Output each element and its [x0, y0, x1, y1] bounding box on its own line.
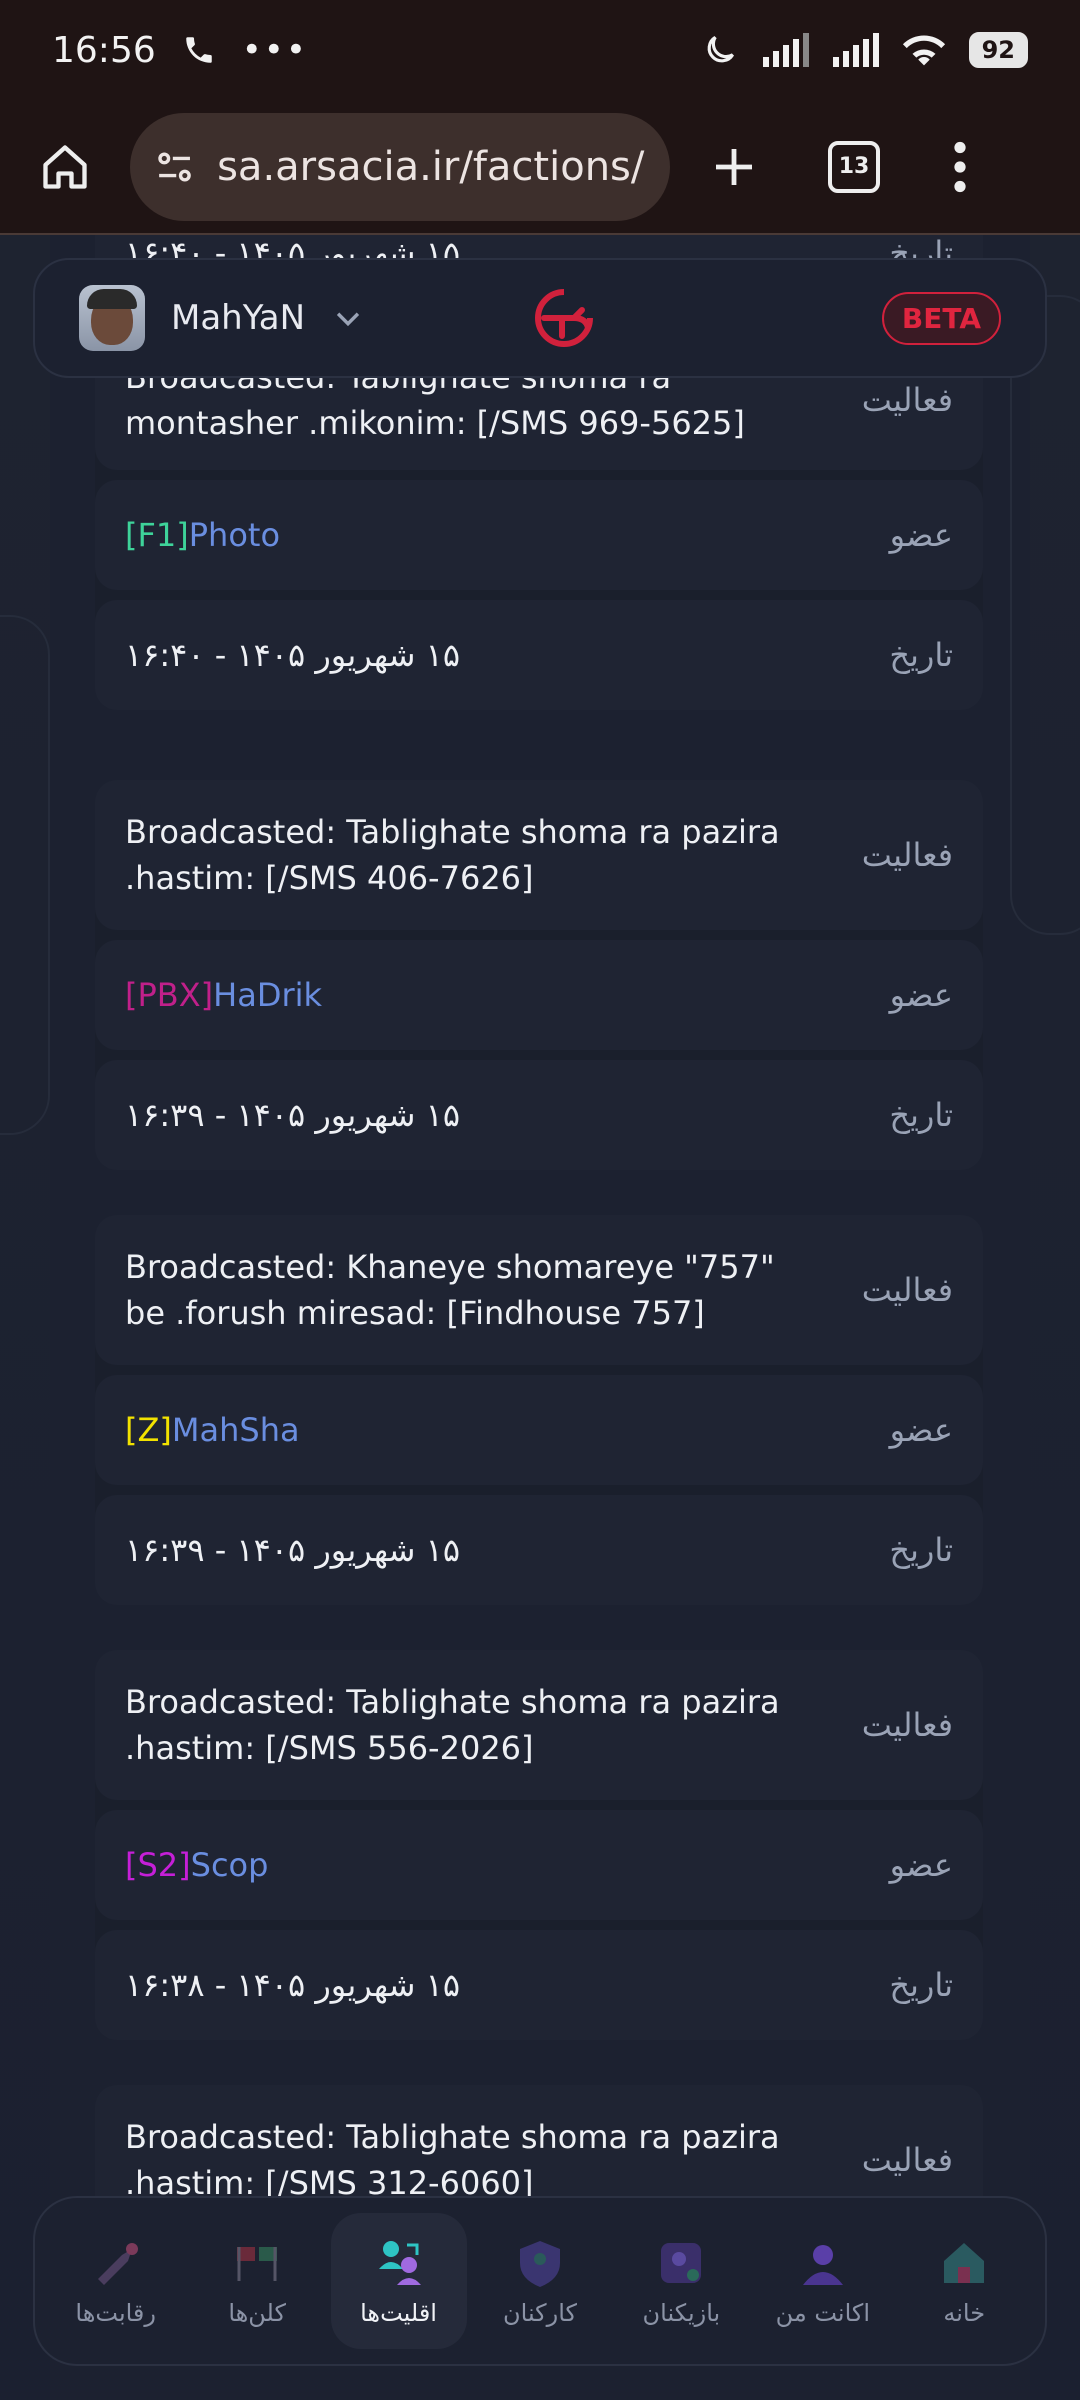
nav-label: اکانت من: [775, 2299, 871, 2327]
member-label: عضو: [889, 516, 953, 554]
minorities-icon: [378, 2241, 421, 2285]
activity-value: Broadcasted: Khaneye shomareye "757" be …: [125, 1248, 775, 1332]
member-value[interactable]: [F1]Photo: [125, 516, 280, 554]
activity-card: Broadcasted: Tablighate shoma ra pazira …: [95, 780, 983, 1170]
user-menu-trigger[interactable]: MahYaN: [79, 285, 365, 351]
date-value: ۱۵ شهریور ۱۴۰۵ - ۱۶:۴۰: [125, 636, 460, 674]
status-bar: 16:56 ••• 92: [0, 0, 1080, 100]
activity-label: فعالیت: [861, 836, 953, 874]
username[interactable]: MahYaN: [171, 298, 305, 338]
browser-menu-icon[interactable]: [950, 141, 970, 193]
address-bar[interactable]: sa.arsacia.ir/factions/i: [130, 112, 670, 221]
nav-item-rivalries[interactable]: رقابت‌ها: [48, 2213, 184, 2349]
activity-label: فعالیت: [861, 1706, 953, 1744]
member-name[interactable]: HaDrik: [213, 976, 322, 1014]
nav-label: خانه: [943, 2299, 986, 2327]
date-label: تاریخ: [889, 636, 953, 674]
member-tag: [Z]: [125, 1411, 172, 1449]
more-notifications-icon: •••: [241, 30, 308, 70]
date-value: ۱۵ شهریور ۱۴۰۵ - ۱۶:۳۸: [125, 1966, 460, 2004]
page-content: ۱۵ شهریور ۱۴۰۵ - ۱۶:۴۰ تاریخ Broadcasted…: [0, 235, 1080, 2400]
nav-item-my-account[interactable]: اکانت من: [755, 2213, 891, 2349]
clans-icon: [237, 2247, 278, 2281]
battery-indicator: 92: [968, 32, 1028, 68]
date-label: تاریخ: [889, 1096, 953, 1134]
member-tag: [PBX]: [125, 976, 214, 1014]
user-header: MahYaN BETA: [33, 258, 1047, 378]
member-label: عضو: [889, 976, 953, 1014]
bottom-navigation: رقابت‌ها کلن‌ها اقلیت‌ها کارکنان بازیکنا…: [33, 2196, 1047, 2366]
status-time: 16:56: [52, 29, 156, 71]
new-tab-icon[interactable]: [710, 143, 758, 191]
activity-row: Broadcasted: Tablighate shoma ra pazira …: [95, 780, 983, 930]
avatar-cap: [87, 289, 137, 309]
chevron-down-icon[interactable]: [331, 301, 365, 335]
staff-icon: [519, 2241, 560, 2287]
nav-item-players[interactable]: بازیکنان: [613, 2213, 749, 2349]
beta-badge: BETA: [881, 291, 1001, 345]
activity-value: Broadcasted: Tablighate shoma ra pazira …: [125, 813, 780, 897]
member-label: عضو: [889, 1411, 953, 1449]
date-row: ۱۵ شهریور ۱۴۰۵ - ۱۶:۳۹ تاریخ: [95, 1060, 983, 1170]
member-name[interactable]: MahSha: [172, 1411, 300, 1449]
date-row: ۱۵ شهریور ۱۴۰۵ - ۱۶:۳۸ تاریخ: [95, 1930, 983, 2040]
nav-label: بازیکنان: [642, 2299, 721, 2327]
nav-item-clans[interactable]: کلن‌ها: [189, 2213, 325, 2349]
activity-value: Broadcasted: Tablighate shoma ra pazira …: [125, 1683, 780, 1767]
signal-icon-2: [832, 33, 879, 67]
member-tag: [S2]: [125, 1846, 191, 1884]
activity-label: فعالیت: [861, 2141, 953, 2179]
site-settings-icon[interactable]: [154, 146, 195, 188]
member-value[interactable]: [PBX]HaDrik: [125, 976, 322, 1014]
rivalry-icon: [97, 2243, 138, 2285]
activity-card: Broadcasted: Khaneye shomareye "757" be …: [95, 1215, 983, 1605]
signal-icon: [762, 33, 809, 67]
activity-label: فعالیت: [861, 1271, 953, 1309]
browser-toolbar: sa.arsacia.ir/factions/i 13: [0, 100, 1080, 235]
activity-card: Broadcasted: Tablighate shoma ra pazira …: [95, 1650, 983, 2040]
nav-label: اقلیت‌ها: [360, 2299, 437, 2327]
activity-row: Broadcasted: Tablighate shoma ra pazira …: [95, 1650, 983, 1800]
background-decoration-2: [0, 615, 50, 1135]
players-icon: [661, 2243, 702, 2283]
browser-home-button[interactable]: [30, 132, 100, 202]
avatar[interactable]: [79, 285, 145, 351]
date-label: تاریخ: [889, 1531, 953, 1569]
date-label: تاریخ: [889, 1966, 953, 2004]
activity-value: Broadcasted: Tablighate shoma ra pazira …: [125, 2118, 780, 2202]
activity-label: فعالیت: [861, 381, 953, 419]
member-value[interactable]: [Z]MahSha: [125, 1411, 300, 1449]
activity-row: Broadcasted: Khaneye shomareye "757" be …: [95, 1215, 983, 1365]
member-label: عضو: [889, 1846, 953, 1884]
date-value: ۱۵ شهریور ۱۴۰۵ - ۱۶:۳۹: [125, 1096, 460, 1134]
site-logo-icon[interactable]: [524, 286, 604, 350]
nav-item-staff[interactable]: کارکنان: [472, 2213, 608, 2349]
tab-switcher-button[interactable]: 13: [828, 140, 880, 193]
member-name[interactable]: Scop: [191, 1846, 269, 1884]
home-outline-icon: [43, 144, 87, 189]
date-value: ۱۵ شهریور ۱۴۰۵ - ۱۶:۳۹: [125, 1531, 460, 1569]
nav-label: رقابت‌ها: [75, 2299, 156, 2327]
member-row: [Z]MahSha عضو: [95, 1375, 983, 1485]
date-row: ۱۵ شهریور ۱۴۰۵ - ۱۶:۴۰ تاریخ: [95, 600, 983, 710]
member-tag: [F1]: [125, 516, 189, 554]
my-account-icon: [802, 2245, 843, 2285]
member-row: [F1]Photo عضو: [95, 480, 983, 590]
member-name[interactable]: Photo: [189, 516, 280, 554]
activity-card: Broadcasted: Tablighate shoma ra montash…: [95, 330, 983, 710]
wifi-icon: [902, 35, 945, 66]
nav-item-minorities[interactable]: اقلیت‌ها: [330, 2213, 467, 2349]
background-decoration: [1010, 295, 1080, 935]
nav-item-home[interactable]: خانه: [896, 2213, 1032, 2349]
phone-call-icon: [186, 37, 212, 63]
home-icon: [944, 2243, 985, 2283]
date-row: ۱۵ شهریور ۱۴۰۵ - ۱۶:۳۹ تاریخ: [95, 1495, 983, 1605]
nav-label: کلن‌ها: [228, 2299, 286, 2327]
member-value[interactable]: [S2]Scop: [125, 1846, 268, 1884]
member-row: [PBX]HaDrik عضو: [95, 940, 983, 1050]
dnd-moon-icon: [707, 35, 734, 63]
nav-label: کارکنان: [503, 2299, 577, 2327]
member-row: [S2]Scop عضو: [95, 1810, 983, 1920]
url-text[interactable]: sa.arsacia.ir/factions/i: [217, 144, 646, 190]
